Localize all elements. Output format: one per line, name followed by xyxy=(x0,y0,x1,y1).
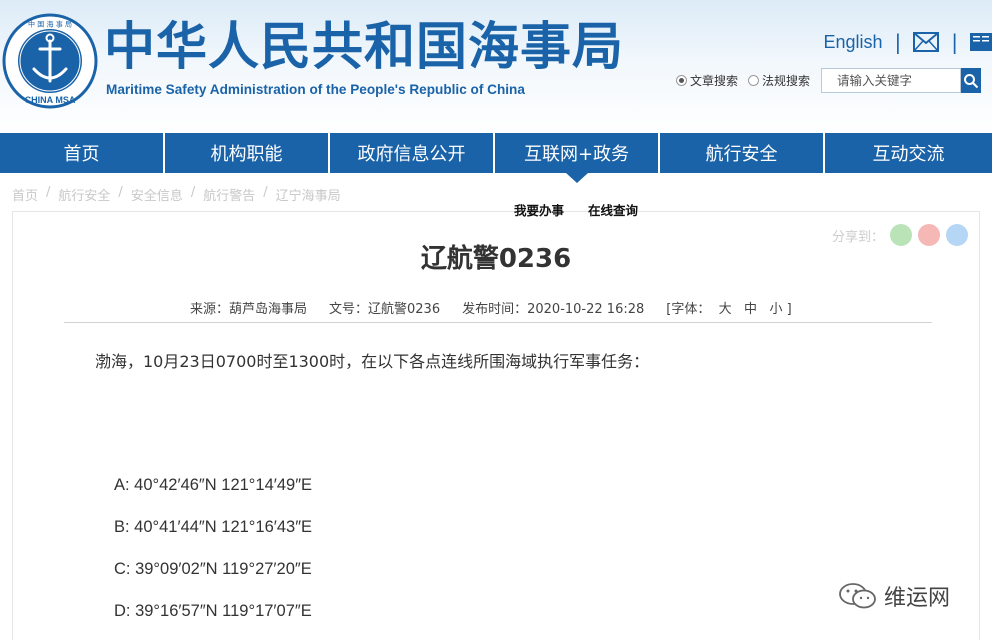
link-separator: | xyxy=(951,30,958,54)
mail-icon[interactable] xyxy=(913,32,940,52)
font-size-small[interactable]: 小 ] xyxy=(769,302,791,317)
coordinate-point-d: D: 39°16′57″N 119°17′07″E xyxy=(114,602,312,620)
breadcrumb-nav-safety[interactable]: 航行安全 xyxy=(58,185,110,204)
radio-articles[interactable]: 文章搜索 xyxy=(676,72,738,89)
search-button[interactable] xyxy=(961,68,982,93)
font-size-label: [字体： xyxy=(666,302,711,317)
radio-dot[interactable] xyxy=(748,75,760,86)
breadcrumb-separator: / xyxy=(263,185,268,200)
search-bar: 文章搜索 法规搜索 xyxy=(676,68,982,93)
article-lead: 渤海，10月23日0700时至1300时，在以下各点连线所围海域执行军事任务： xyxy=(95,352,650,371)
font-size-controls: [字体： 大 中 小 ] xyxy=(666,298,791,317)
nav-submenu: 我要办事 在线查询 xyxy=(514,200,662,219)
site-title[interactable]: 中华人民共和国海事局 xyxy=(104,18,624,78)
radio-dot-selected[interactable] xyxy=(676,75,687,86)
search-icon xyxy=(964,73,979,88)
china-msa-logo[interactable]: 中 国 海 事 局 CHINA MSA xyxy=(2,13,98,109)
breadcrumb: 首页 / 航行安全 / 安全信息 / 航行警告 / 辽宁海事局 xyxy=(12,185,341,204)
main-nav: 首页 机构职能 政府信息公开 互联网+政务 航行安全 互动交流 xyxy=(0,133,992,183)
nav-gov-info[interactable]: 政府信息公开 xyxy=(330,133,495,173)
coordinate-point-b: B: 40°41′44″N 121°16′43″E xyxy=(114,518,313,536)
site-subtitle: Maritime Safety Administration of the Pe… xyxy=(106,82,525,97)
breadcrumb-separator: / xyxy=(190,185,196,200)
breadcrumb-separator: / xyxy=(118,185,123,200)
article-source: 来源：葫芦岛海事局 xyxy=(190,302,308,317)
title-divider xyxy=(64,322,932,323)
site-header: 中 国 海 事 局 CHINA MSA 中华人民共和国海事局 Maritime … xyxy=(0,0,992,133)
article-publish-time: 发布时间：2020-10-22 16:28 xyxy=(462,302,645,317)
nav-organization[interactable]: 机构职能 xyxy=(165,133,330,173)
breadcrumb-home[interactable]: 首页 xyxy=(12,185,38,204)
nav-interaction[interactable]: 互动交流 xyxy=(825,133,992,173)
wechat-icon xyxy=(839,583,876,609)
radio-regulations-label: 法规搜索 xyxy=(762,74,811,88)
submenu-online-query[interactable]: 在线查询 xyxy=(588,200,638,219)
logo-bottom-text: CHINA MSA xyxy=(25,95,76,105)
logo-ring-text: 中 国 海 事 局 xyxy=(28,20,72,29)
watermark-text: 维运网 xyxy=(884,586,951,611)
breadcrumb-nav-warning[interactable]: 航行警告 xyxy=(203,185,255,204)
breadcrumb-separator: / xyxy=(46,185,51,200)
breadcrumb-liaoning[interactable]: 辽宁海事局 xyxy=(276,185,341,204)
search-input[interactable] xyxy=(821,68,962,93)
watermark: 维运网 xyxy=(838,580,950,612)
article-doc-no: 文号：辽航警0236 xyxy=(329,302,441,317)
article-title: 辽航警0236 xyxy=(420,244,572,274)
font-size-large[interactable]: 大 xyxy=(719,302,732,317)
book-icon[interactable] xyxy=(970,31,992,53)
radio-articles-label: 文章搜索 xyxy=(690,74,739,88)
article-meta: 来源：葫芦岛海事局 文号：辽航警0236 发布时间：2020-10-22 16:… xyxy=(190,298,814,317)
coordinate-point-c: C: 39°09′02″N 119°27′20″E xyxy=(114,560,312,578)
breadcrumb-safety-info[interactable]: 安全信息 xyxy=(131,185,183,204)
coordinate-list: A: 40°42′46″N 121°14′49″E B: 40°41′44″N … xyxy=(114,476,312,640)
nav-internet-gov[interactable]: 互联网+政务 xyxy=(495,133,660,183)
nav-navigation-safety[interactable]: 航行安全 xyxy=(660,133,825,173)
nav-home[interactable]: 首页 xyxy=(0,133,165,173)
coordinate-point-a: A: 40°42′46″N 121°14′49″E xyxy=(114,476,313,494)
link-separator: | xyxy=(894,30,902,54)
english-link[interactable]: English xyxy=(823,32,882,53)
radio-regulations[interactable]: 法规搜索 xyxy=(748,72,810,89)
top-links: English | | xyxy=(823,30,992,54)
font-size-medium[interactable]: 中 xyxy=(744,302,757,317)
submenu-services[interactable]: 我要办事 xyxy=(514,200,564,219)
